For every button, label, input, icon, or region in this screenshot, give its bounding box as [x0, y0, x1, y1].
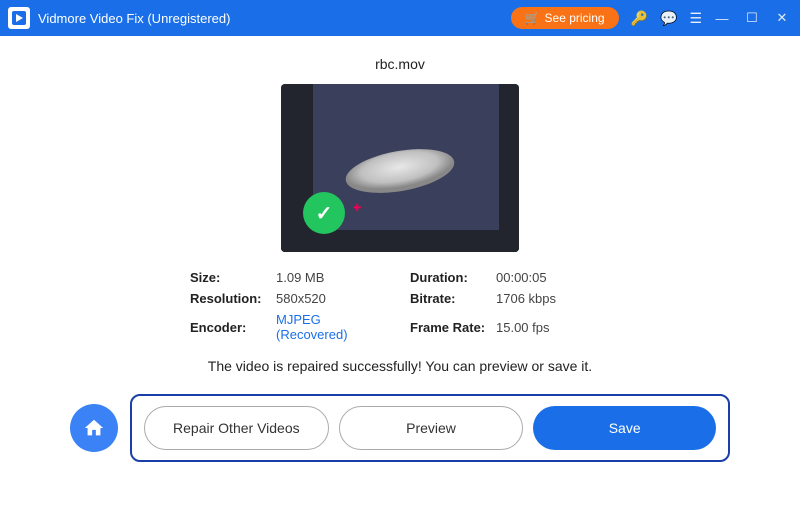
window-controls: — ☐ ✕	[712, 10, 792, 26]
titlebar: Vidmore Video Fix (Unregistered) 🛒 See p…	[0, 0, 800, 36]
home-button[interactable]	[70, 404, 118, 452]
pricing-label: See pricing	[545, 11, 605, 25]
video-right-bar	[499, 84, 519, 252]
cart-icon: 🛒	[525, 11, 540, 25]
duration-label: Duration:	[410, 270, 490, 285]
size-label: Size:	[190, 270, 270, 285]
action-area: Repair Other Videos Preview Save	[70, 394, 730, 462]
see-pricing-button[interactable]: 🛒 See pricing	[511, 7, 619, 29]
minimize-button[interactable]: —	[712, 11, 732, 26]
app-logo	[8, 7, 30, 29]
app-title: Vidmore Video Fix (Unregistered)	[38, 11, 511, 26]
video-thumbnail-blob	[340, 141, 460, 196]
framerate-row: Frame Rate: 15.00 fps	[410, 312, 610, 342]
action-buttons-box: Repair Other Videos Preview Save	[130, 394, 730, 462]
close-button[interactable]: ✕	[772, 10, 792, 26]
video-filename: rbc.mov	[375, 56, 425, 72]
save-button[interactable]: Save	[533, 406, 716, 450]
bitrate-row: Bitrate: 1706 kbps	[410, 291, 610, 306]
maximize-button[interactable]: ☐	[742, 10, 762, 26]
encoder-value: MJPEG (Recovered)	[276, 312, 390, 342]
home-icon	[83, 417, 105, 439]
framerate-value: 15.00 fps	[496, 320, 550, 335]
success-circle: ✓	[303, 192, 345, 234]
video-bottom-bar	[281, 230, 519, 252]
size-value: 1.09 MB	[276, 270, 324, 285]
resolution-value: 580x520	[276, 291, 326, 306]
bitrate-value: 1706 kbps	[496, 291, 556, 306]
framerate-label: Frame Rate:	[410, 320, 490, 335]
video-info-grid: Size: 1.09 MB Duration: 00:00:05 Resolut…	[190, 270, 610, 342]
chat-icon[interactable]: 💬	[660, 10, 677, 27]
encoder-row: Encoder: MJPEG (Recovered)	[190, 312, 390, 342]
key-icon[interactable]: 🔑	[631, 10, 648, 27]
resolution-row: Resolution: 580x520	[190, 291, 390, 306]
titlebar-actions: 🔑 💬 ☰	[631, 10, 702, 27]
resolution-label: Resolution:	[190, 291, 270, 306]
duration-row: Duration: 00:00:05	[410, 270, 610, 285]
size-row: Size: 1.09 MB	[190, 270, 390, 285]
repair-other-videos-button[interactable]: Repair Other Videos	[144, 406, 329, 450]
bitrate-label: Bitrate:	[410, 291, 490, 306]
menu-icon[interactable]: ☰	[689, 10, 702, 27]
encoder-label: Encoder:	[190, 320, 270, 335]
duration-value: 00:00:05	[496, 270, 547, 285]
video-preview: ✓ ✚	[281, 84, 519, 252]
success-message: The video is repaired successfully! You …	[208, 358, 592, 374]
main-content: rbc.mov ✓ ✚ Size: 1.09 MB Duration:	[0, 36, 800, 519]
cursor-indicator: ✚	[353, 203, 361, 214]
preview-button[interactable]: Preview	[339, 406, 524, 450]
